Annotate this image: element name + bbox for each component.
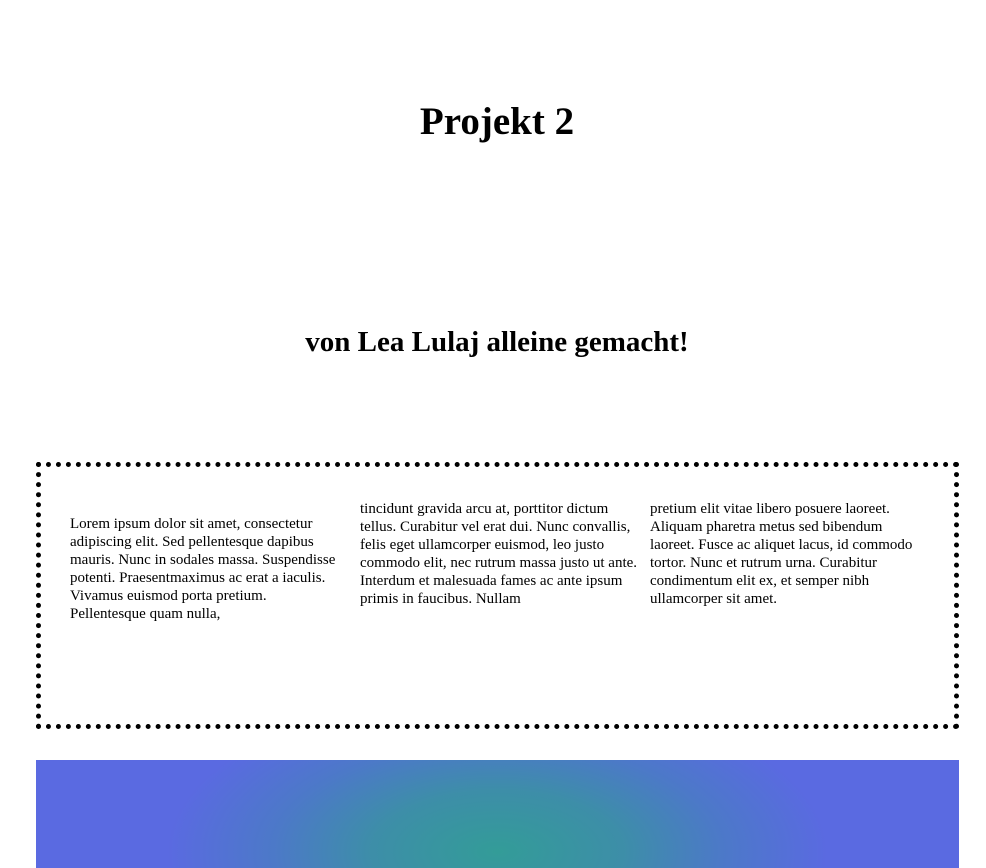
page: Projekt 2 von Lea Lulaj alleine gemacht!… [0, 0, 986, 868]
page-title: Projekt 2 [419, 100, 575, 143]
page-subtitle: von Lea Lulaj alleine gemacht! [305, 326, 689, 358]
text-column-3: pretium elit vitae libero posuere laoree… [650, 501, 913, 607]
dotted-text-box: Lorem ipsum dolor sit amet, consectetur … [36, 462, 959, 729]
text-column-2: tincidunt gravida arcu at, porttitor dic… [360, 501, 638, 607]
text-column-1: Lorem ipsum dolor sit amet, consectetur … [70, 516, 336, 622]
gradient-banner [36, 760, 959, 868]
